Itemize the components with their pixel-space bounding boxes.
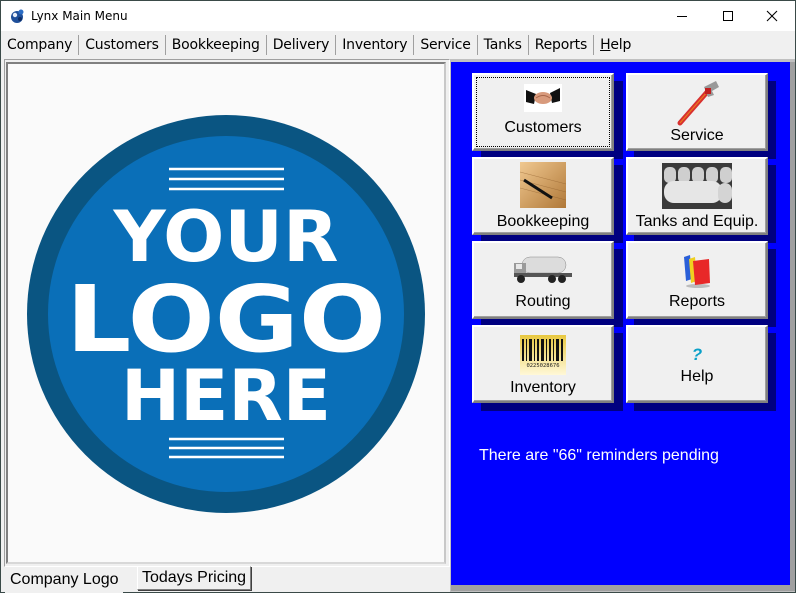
minimize-icon (677, 16, 687, 17)
customers-button[interactable]: Customers (472, 73, 614, 151)
handshake-icon (524, 84, 562, 112)
menu-company[interactable]: Company (1, 35, 80, 55)
main-menu-panel: Customers Service Bookkeeping Tanks and … (450, 59, 795, 592)
menu-bookkeeping[interactable]: Bookkeeping (166, 35, 267, 55)
button-area: Customers Service Bookkeeping Tanks and … (451, 62, 790, 585)
tanks-and-equip-button[interactable]: Tanks and Equip. (626, 157, 768, 235)
propane-tanks-icon (662, 163, 732, 209)
menu-customers[interactable]: Customers (79, 35, 166, 55)
barcode-digits: 0225028676 (526, 363, 559, 369)
maximize-icon (723, 11, 733, 21)
close-button[interactable] (749, 1, 795, 31)
inventory-button-label: Inventory (510, 379, 576, 396)
menu-service[interactable]: Service (414, 35, 478, 55)
pen-ledger-icon (520, 162, 566, 208)
title-bar: Lynx Main Menu (1, 1, 795, 31)
delivery-truck-icon (514, 256, 572, 283)
reminders-status: There are "66" reminders pending (479, 447, 719, 464)
service-button[interactable]: Service (626, 73, 768, 151)
inventory-button[interactable]: 0225028676 Inventory (472, 325, 614, 403)
company-logo: YOUR LOGO HERE (27, 115, 425, 513)
question-mark-icon: ? (691, 345, 703, 364)
panel-shadow-bottom (451, 585, 795, 591)
reports-button[interactable]: Reports (626, 241, 768, 319)
company-logo-panel: YOUR LOGO HERE (6, 62, 446, 564)
routing-button[interactable]: Routing (472, 241, 614, 319)
help-button[interactable]: ? Help (626, 325, 768, 403)
close-icon (766, 10, 778, 22)
menu-help[interactable]: Help (594, 35, 637, 55)
customers-button-label: Customers (504, 119, 582, 136)
tab-company-logo[interactable]: Company Logo (5, 567, 123, 593)
bookkeeping-button-label: Bookkeeping (496, 213, 590, 230)
main-window: Lynx Main Menu Company Customers Bookkee… (0, 0, 796, 593)
bookkeeping-button[interactable]: Bookkeeping (472, 157, 614, 235)
window-title: Lynx Main Menu (31, 9, 128, 23)
minimize-button[interactable] (659, 1, 705, 31)
menu-delivery[interactable]: Delivery (267, 35, 337, 55)
tanks-button-label: Tanks and Equip. (635, 213, 759, 230)
menu-inventory[interactable]: Inventory (336, 35, 415, 55)
panel-shadow-right (790, 62, 795, 590)
menu-reports[interactable]: Reports (529, 35, 595, 55)
tab-todays-pricing[interactable]: Todays Pricing (137, 566, 252, 590)
lynx-app-icon (11, 9, 24, 23)
books-icon (684, 255, 710, 288)
menu-bar: Company Customers Bookkeeping Delivery I… (1, 33, 795, 57)
help-button-label: Help (680, 368, 714, 385)
menu-tanks[interactable]: Tanks (478, 35, 529, 55)
pipe-wrench-icon (677, 81, 719, 126)
routing-button-label: Routing (515, 293, 571, 310)
maximize-button[interactable] (705, 1, 751, 31)
reports-button-label: Reports (668, 293, 726, 310)
logo-text-here: HERE (121, 355, 331, 437)
barcode-icon: 0225028676 (520, 335, 566, 375)
service-button-label: Service (670, 127, 724, 144)
